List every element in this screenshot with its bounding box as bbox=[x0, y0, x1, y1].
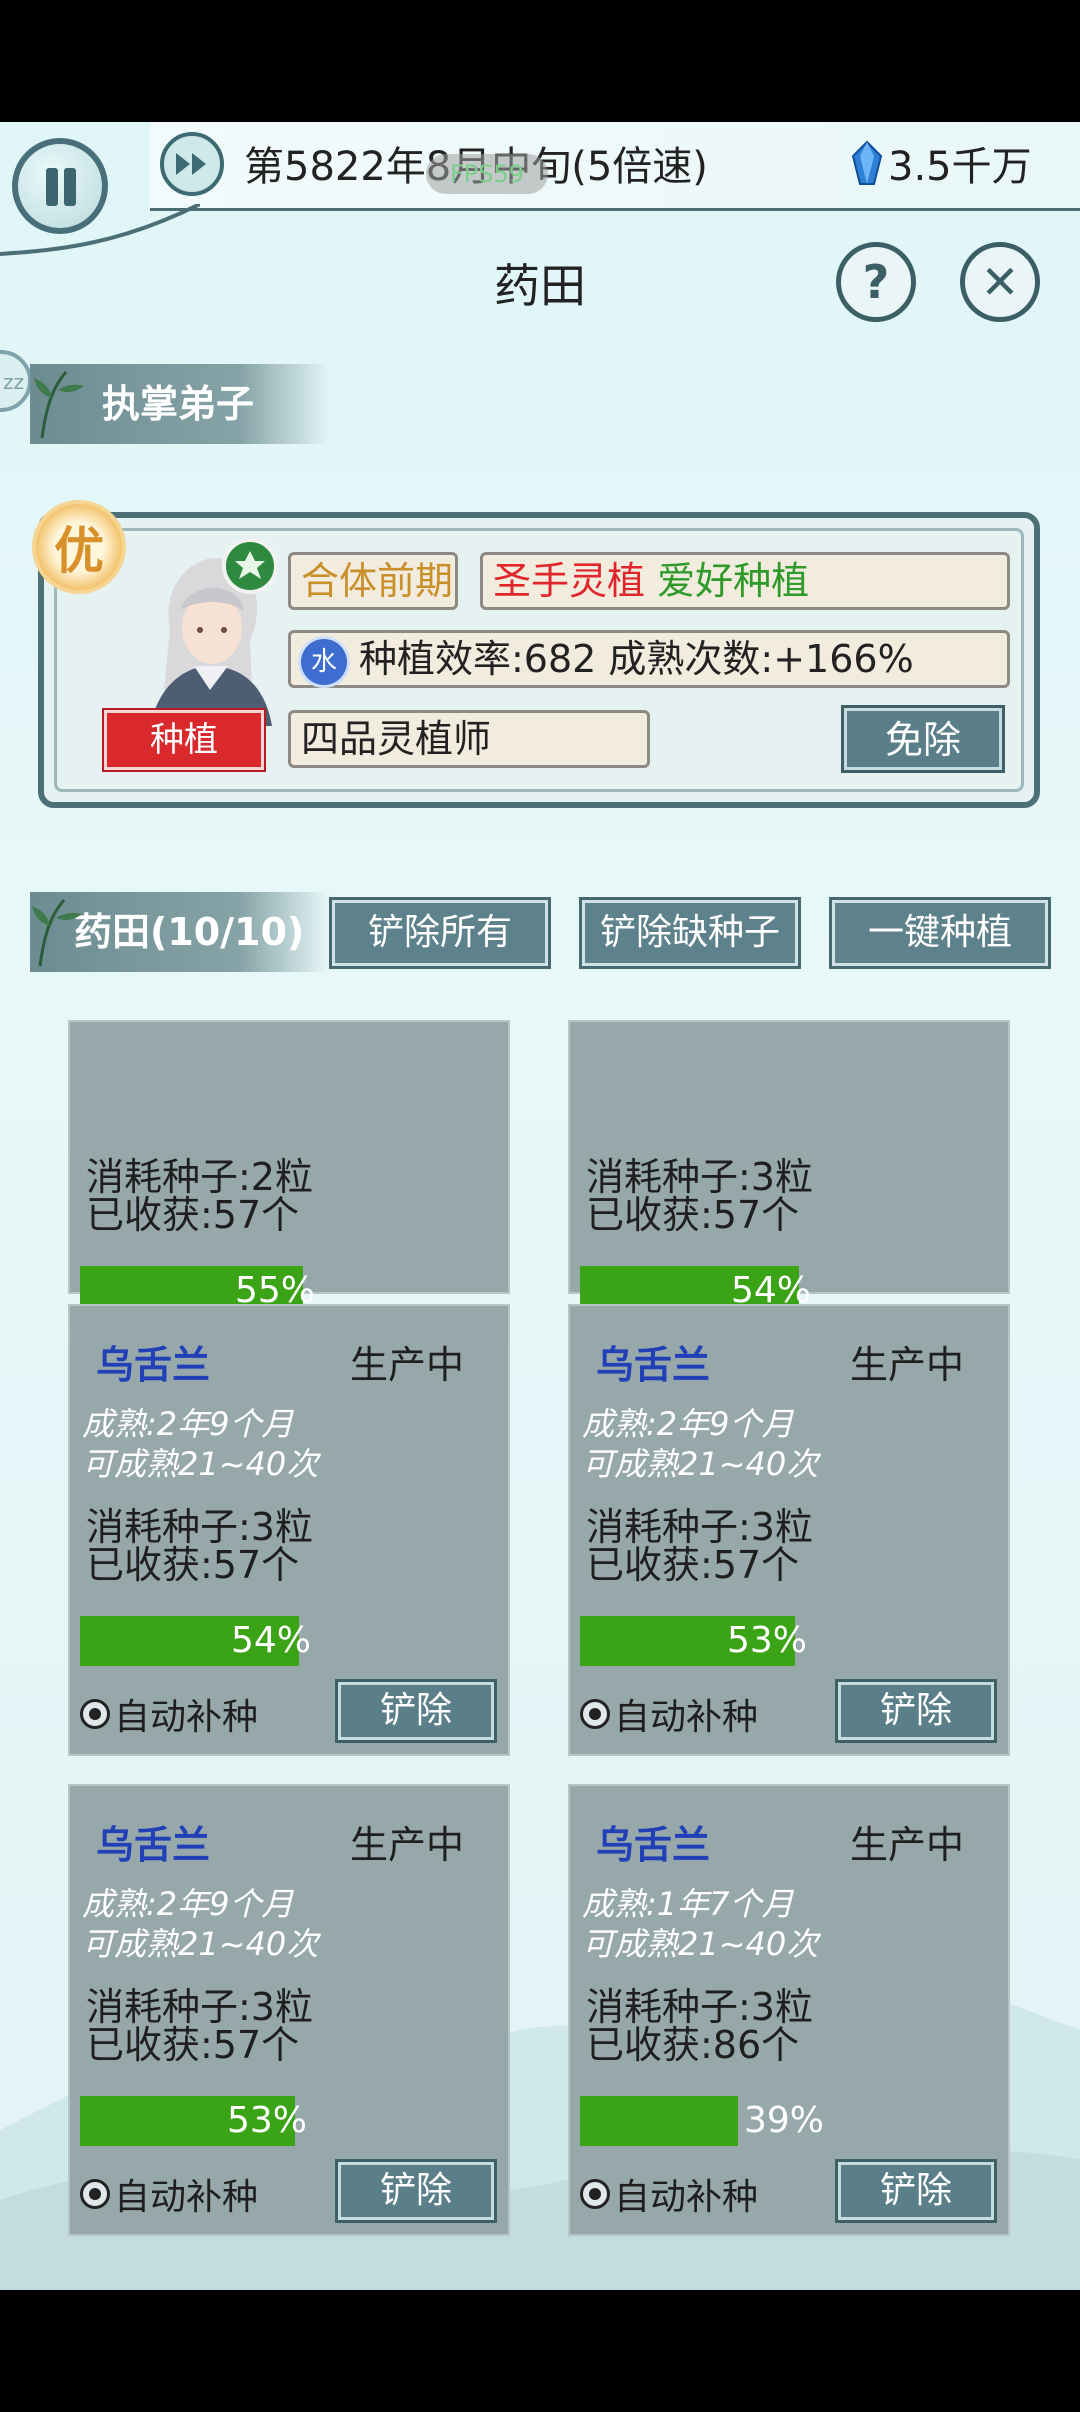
remove-button[interactable]: 铲除 bbox=[338, 1682, 494, 1740]
spirit-stone-amount: 3.5千万 bbox=[888, 144, 1032, 190]
close-icon: ✕ bbox=[980, 255, 1020, 309]
bamboo-icon bbox=[32, 899, 82, 967]
progress-label: 54% bbox=[231, 1620, 312, 1661]
plot-status: 生产中 bbox=[850, 1343, 965, 1387]
plot-card: 乌舌兰 生产中 成熟:1年7个月 可成熟21~40次 消耗种子:3粒 已收获:8… bbox=[568, 1784, 1010, 2236]
radio-icon bbox=[80, 2179, 110, 2209]
help-icon: ? bbox=[862, 255, 890, 309]
seed-cost: 消耗种子:3粒 bbox=[586, 1985, 813, 2029]
fast-forward-icon bbox=[176, 153, 206, 175]
radio-icon bbox=[80, 1699, 110, 1729]
plant-skill-icon bbox=[222, 538, 278, 594]
auto-replant-toggle[interactable]: 自动补种 bbox=[580, 1688, 758, 1740]
harvested-count: 已收获:57个 bbox=[86, 1193, 300, 1237]
disciple-section-title: 执掌弟子 bbox=[102, 382, 255, 426]
close-button[interactable]: ✕ bbox=[960, 242, 1040, 322]
progress-label: 53% bbox=[227, 2100, 308, 2141]
progress-label: 53% bbox=[727, 1620, 808, 1661]
water-element-icon: 水 bbox=[301, 638, 347, 685]
trait-2: 爱好种植 bbox=[657, 559, 810, 603]
plant-all-button[interactable]: 一键种植 bbox=[832, 900, 1048, 966]
harvested-count: 已收获:57个 bbox=[586, 1543, 800, 1587]
progress-bar: 53% bbox=[80, 2096, 328, 2146]
trait-1: 圣手灵植 bbox=[493, 559, 646, 603]
seed-cost: 消耗种子:3粒 bbox=[586, 1505, 813, 1549]
herb-name: 乌舌兰 bbox=[596, 1343, 711, 1387]
remove-button[interactable]: 铲除 bbox=[338, 2162, 494, 2220]
plot-card: 消耗种子:3粒 已收获:57个 54% 自动补种铲除 bbox=[568, 1020, 1010, 1390]
plot-card: 乌舌兰 生产中 成熟:2年9个月 可成熟21~40次 消耗种子:3粒 已收获:5… bbox=[68, 1784, 510, 2236]
navigation-bar bbox=[0, 2290, 1080, 2412]
dismiss-button[interactable]: 免除 bbox=[844, 708, 1002, 770]
plot-status: 生产中 bbox=[350, 1823, 465, 1867]
fps-counter: FPS59 bbox=[426, 154, 548, 194]
remove-no-seed-button[interactable]: 铲除缺种子 bbox=[582, 900, 798, 966]
page-title: 药田 bbox=[494, 259, 586, 313]
side-bubble[interactable]: zz bbox=[0, 350, 32, 412]
progress-bar: 39% bbox=[580, 2096, 828, 2146]
field-section-title: 药田(10/10) bbox=[74, 910, 305, 954]
progress-fill bbox=[580, 2096, 738, 2146]
quality-badge: 优 bbox=[32, 500, 126, 594]
help-button[interactable]: ? bbox=[836, 242, 916, 322]
rank-field: 四品灵植师 bbox=[288, 710, 650, 768]
fast-forward-button[interactable] bbox=[160, 132, 224, 196]
remove-all-button[interactable]: 铲除所有 bbox=[332, 900, 548, 966]
seed-cost: 消耗种子:3粒 bbox=[586, 1155, 813, 1199]
stats-field: 水种植效率:682 成熟次数:+166% bbox=[288, 630, 1010, 688]
harvested-count: 已收获:57个 bbox=[86, 1543, 300, 1587]
progress-label: 39% bbox=[744, 2100, 825, 2141]
stats-text: 种植效率:682 成熟次数:+166% bbox=[359, 637, 914, 681]
progress-bar: 54% bbox=[80, 1616, 328, 1666]
maturity-count: 可成熟21~40次 bbox=[582, 1925, 819, 1963]
plot-status: 生产中 bbox=[850, 1823, 965, 1867]
maturity-time: 成熟:2年9个月 bbox=[82, 1885, 294, 1923]
harvested-count: 已收获:57个 bbox=[586, 1193, 800, 1237]
traits-field: 圣手灵植 爱好种植 bbox=[480, 552, 1010, 610]
auto-replant-toggle[interactable]: 自动补种 bbox=[80, 1688, 258, 1740]
herb-field-screen: 第5822年8月中旬(5倍速) FPS59 3.5千万 药田 ? ✕ zz 执掌… bbox=[0, 122, 1080, 2290]
progress-bar: 53% bbox=[580, 1616, 828, 1666]
maturity-time: 成熟:2年9个月 bbox=[82, 1405, 294, 1443]
plot-card: 乌舌兰 生产中 成熟:2年9个月 可成熟21~40次 消耗种子:3粒 已收获:5… bbox=[568, 1304, 1010, 1756]
maturity-time: 成熟:2年9个月 bbox=[582, 1405, 794, 1443]
seed-cost: 消耗种子:3粒 bbox=[86, 1985, 313, 2029]
herb-name: 乌舌兰 bbox=[596, 1823, 711, 1867]
auto-replant-toggle[interactable]: 自动补种 bbox=[80, 2168, 258, 2220]
seed-cost: 消耗种子:3粒 bbox=[86, 1505, 313, 1549]
remove-button[interactable]: 铲除 bbox=[838, 2162, 994, 2220]
realm-field: 合体前期 bbox=[288, 552, 458, 610]
status-bar bbox=[0, 0, 1080, 122]
plot-status: 生产中 bbox=[350, 1343, 465, 1387]
maturity-count: 可成熟21~40次 bbox=[82, 1445, 319, 1483]
auto-replant-toggle[interactable]: 自动补种 bbox=[580, 2168, 758, 2220]
radio-icon bbox=[580, 1699, 610, 1729]
herb-name: 乌舌兰 bbox=[96, 1343, 211, 1387]
bamboo-icon bbox=[34, 371, 84, 439]
harvested-count: 已收获:86个 bbox=[586, 2023, 800, 2067]
role-tag: 种植 bbox=[104, 710, 264, 770]
field-section-header: 药田(10/10) bbox=[30, 892, 330, 972]
maturity-count: 可成熟21~40次 bbox=[82, 1925, 319, 1963]
radio-icon bbox=[580, 2179, 610, 2209]
maturity-count: 可成熟21~40次 bbox=[582, 1445, 819, 1483]
harvested-count: 已收获:57个 bbox=[86, 2023, 300, 2067]
plot-card: 消耗种子:2粒 已收获:57个 55% 自动补种铲除 bbox=[68, 1020, 510, 1390]
plot-card: 乌舌兰 生产中 成熟:2年9个月 可成熟21~40次 消耗种子:3粒 已收获:5… bbox=[68, 1304, 510, 1756]
maturity-time: 成熟:1年7个月 bbox=[582, 1885, 794, 1923]
disciple-section-header: 执掌弟子 bbox=[30, 364, 330, 444]
herb-name: 乌舌兰 bbox=[96, 1823, 211, 1867]
seed-cost: 消耗种子:2粒 bbox=[86, 1155, 313, 1199]
spirit-stone-icon bbox=[851, 140, 883, 185]
remove-button[interactable]: 铲除 bbox=[838, 1682, 994, 1740]
